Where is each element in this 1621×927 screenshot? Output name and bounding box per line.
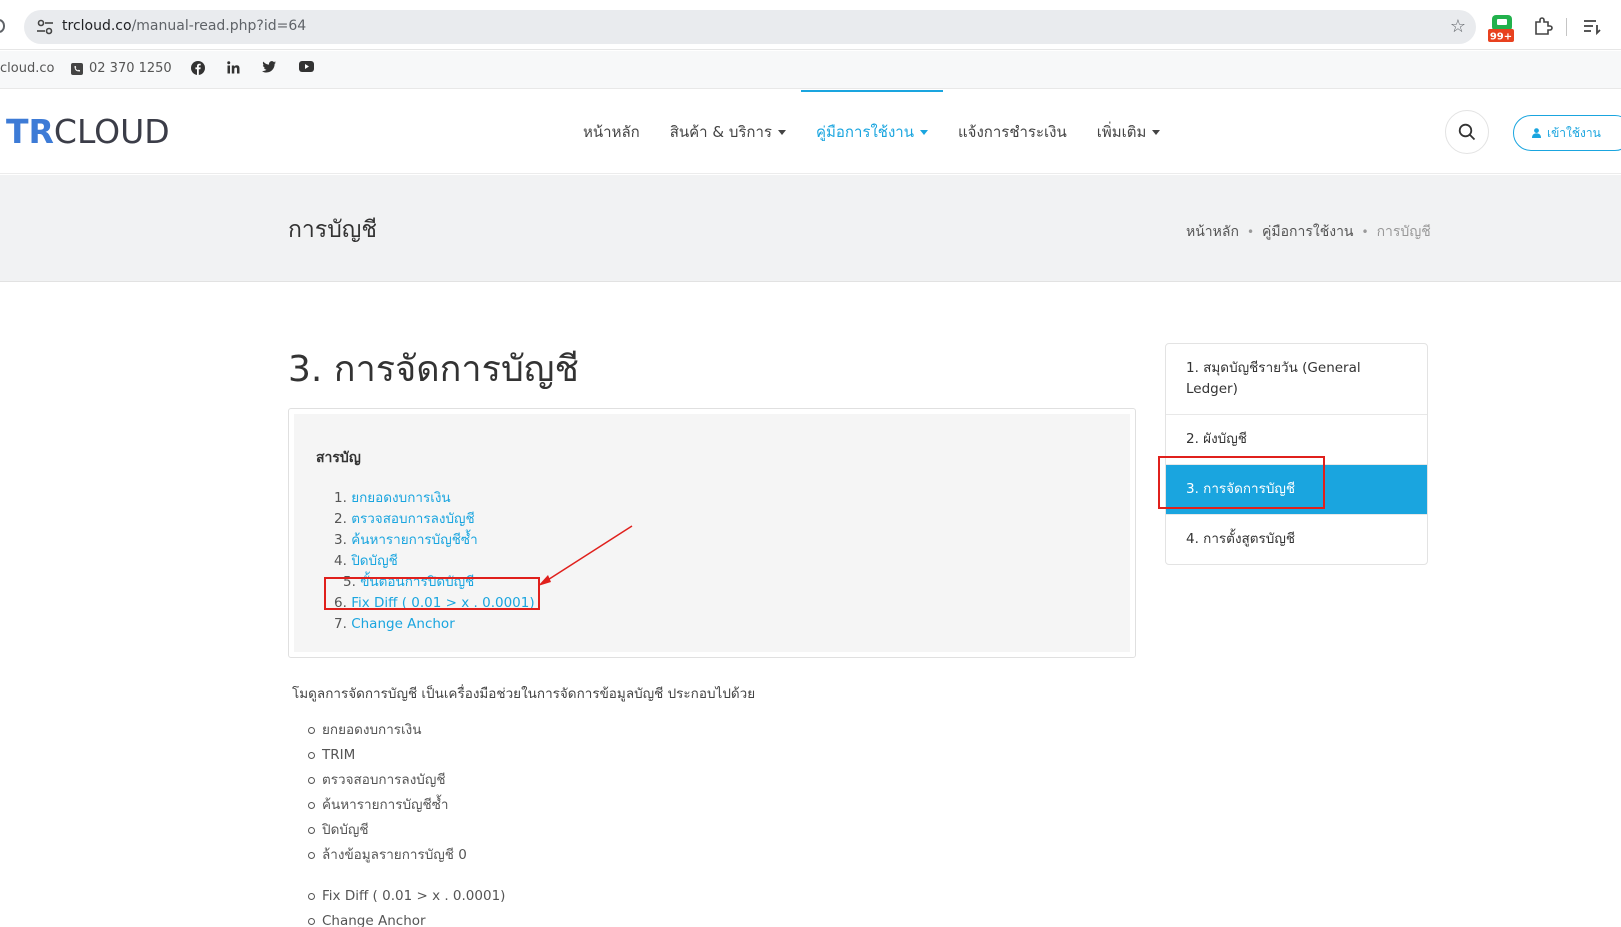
caret-down-icon bbox=[919, 129, 928, 135]
toc-item: 7. Change Anchor bbox=[334, 614, 535, 635]
feature-list-item: ตรวจสอบการลงบัญชี bbox=[308, 768, 505, 793]
facebook-icon[interactable] bbox=[191, 61, 205, 75]
nav-item-1[interactable]: สินค้า & บริการ bbox=[655, 90, 801, 174]
extensions-puzzle-icon[interactable] bbox=[1533, 16, 1553, 36]
browser-toolbar: trcloud.co/manual-read.php?id=64 ☆ 99+ bbox=[0, 0, 1621, 50]
reading-list-icon[interactable] bbox=[1582, 16, 1602, 36]
toc-item: 1. ยกยอดงบการเงิน bbox=[334, 488, 535, 509]
page-title-bar: การบัญชี หน้าหลัก • คู่มือการใช้งาน • กา… bbox=[0, 175, 1621, 282]
page-title: การบัญชี bbox=[288, 217, 378, 243]
nav-item-label: เพิ่มเติม bbox=[1096, 123, 1147, 141]
intro-text: โมดูลการจัดการบัญชี เป็นเครื่องมือช่วยใน… bbox=[292, 686, 756, 702]
nav-item-0[interactable]: หน้าหลัก bbox=[568, 90, 655, 174]
nav-item-label: สินค้า & บริการ bbox=[669, 123, 772, 141]
breadcrumb-separator: • bbox=[1361, 225, 1369, 239]
reload-icon[interactable] bbox=[0, 16, 6, 36]
table-of-contents: สารบัญ 1. ยกยอดงบการเงิน 2. ตรวจสอบการลงบ… bbox=[288, 408, 1136, 658]
toc-item-number: 2. bbox=[334, 511, 347, 527]
site-header: TRCLOUD หน้าหลัก สินค้า & บริการ คู่มือการ… bbox=[0, 90, 1621, 174]
phone-link[interactable]: 02 370 1250 bbox=[71, 61, 172, 76]
side-nav-item-1[interactable]: 1. สมุดบัญชีรายวัน (General Ledger) bbox=[1166, 344, 1427, 415]
toolbar-divider bbox=[1566, 18, 1567, 36]
breadcrumb-current: การบัญชี bbox=[1376, 224, 1431, 240]
login-button[interactable]: เข้าใช้งาน bbox=[1513, 115, 1621, 151]
toc-item: 2. ตรวจสอบการลงบัญชี bbox=[334, 509, 535, 530]
toc-list: 1. ยกยอดงบการเงิน 2. ตรวจสอบการลงบัญชี 3. … bbox=[334, 488, 535, 635]
toc-item-number: 4. bbox=[334, 553, 347, 569]
breadcrumb-separator: • bbox=[1246, 225, 1255, 239]
toc-link[interactable]: ยกยอดงบการเงิน bbox=[351, 490, 450, 506]
feature-list-item: ยกยอดงบการเงิน bbox=[308, 718, 505, 743]
toc-link[interactable]: ตรวจสอบการลงบัญชี bbox=[351, 511, 475, 527]
toc-title: สารบัญ bbox=[316, 450, 361, 466]
toc-item-number: 7. bbox=[334, 616, 347, 632]
feature-list-item: Fix Diff ( 0.01 > x . 0.0001) bbox=[308, 884, 505, 909]
toc-link[interactable]: ค้นหารายการบัญชีซ้ำ bbox=[351, 532, 477, 548]
search-button[interactable] bbox=[1445, 110, 1489, 154]
toc-link[interactable]: Change Anchor bbox=[351, 616, 455, 632]
caret-down-icon bbox=[1152, 129, 1161, 135]
extension-badge-icon[interactable]: 99+ bbox=[1488, 13, 1516, 43]
main-nav: หน้าหลัก สินค้า & บริการ คู่มือการใช้งาน แจ… bbox=[568, 90, 1175, 174]
search-icon bbox=[1458, 123, 1476, 141]
breadcrumb-home[interactable]: หน้าหลัก bbox=[1186, 221, 1239, 243]
email-link[interactable]: cloud.co bbox=[0, 61, 54, 76]
caret-down-icon bbox=[777, 129, 786, 135]
youtube-icon[interactable] bbox=[299, 61, 314, 72]
trcloud-logo[interactable]: TRCLOUD bbox=[6, 112, 170, 151]
url-text: trcloud.co/manual-read.php?id=64 bbox=[62, 18, 307, 34]
user-icon bbox=[1532, 128, 1541, 138]
linkedin-icon[interactable] bbox=[227, 61, 240, 74]
manual-side-nav: 1. สมุดบัญชีรายวัน (General Ledger) 2. ผั… bbox=[1165, 343, 1428, 565]
phone-icon bbox=[71, 62, 83, 75]
feature-list: ยกยอดงบการเงิน TRIM ตรวจสอบการลงบัญชี ค้นหา… bbox=[308, 718, 505, 927]
nav-item-label: คู่มือการใช้งาน bbox=[815, 123, 914, 141]
breadcrumb-manual[interactable]: คู่มือการใช้งาน bbox=[1262, 221, 1353, 243]
address-bar[interactable]: trcloud.co/manual-read.php?id=64 ☆ bbox=[24, 10, 1476, 44]
toc-item: 4. ปิดบัญชี bbox=[334, 551, 535, 572]
site-settings-icon[interactable] bbox=[36, 19, 54, 35]
toc-link[interactable]: ปิดบัญชี bbox=[351, 553, 398, 569]
annotation-highlight-toc bbox=[324, 577, 540, 610]
nav-item-label: แจ้งการชำระเงิน bbox=[957, 123, 1067, 141]
feature-list-item: ปิดบัญชี bbox=[308, 818, 505, 843]
feature-list-item: ค้นหารายการบัญชีซ้ำ bbox=[308, 793, 505, 818]
contact-topbar: cloud.co 02 370 1250 bbox=[0, 51, 1621, 89]
toc-item-number: 1. bbox=[334, 490, 347, 506]
feature-list-item: TRIM bbox=[308, 743, 505, 768]
twitter-icon[interactable] bbox=[262, 61, 276, 73]
feature-list-item: Change Anchor bbox=[308, 909, 505, 927]
nav-item-label: หน้าหลัก bbox=[583, 123, 640, 141]
article-heading: 3. การจัดการบัญชี bbox=[288, 349, 579, 390]
side-nav-item-4[interactable]: 4. การตั้งสูตรบัญชี bbox=[1166, 515, 1427, 564]
nav-item-2[interactable]: คู่มือการใช้งาน bbox=[800, 90, 943, 174]
svg-text:99+: 99+ bbox=[1490, 32, 1512, 43]
toc-item-number: 3. bbox=[334, 532, 347, 548]
nav-item-4[interactable]: เพิ่มเติม bbox=[1082, 90, 1176, 174]
annotation-highlight-sidenav bbox=[1158, 456, 1325, 509]
nav-item-3[interactable]: แจ้งการชำระเงิน bbox=[943, 90, 1082, 174]
toc-panel: สารบัญ 1. ยกยอดงบการเงิน 2. ตรวจสอบการลงบ… bbox=[294, 414, 1130, 652]
feature-list-item: ล้างข้อมูลรายการบัญชี 0 bbox=[308, 843, 505, 868]
bookmark-star-icon[interactable]: ☆ bbox=[1450, 16, 1466, 37]
toc-item: 3. ค้นหารายการบัญชีซ้ำ bbox=[334, 530, 535, 551]
breadcrumb: หน้าหลัก • คู่มือการใช้งาน • การบัญชี bbox=[1186, 221, 1431, 243]
